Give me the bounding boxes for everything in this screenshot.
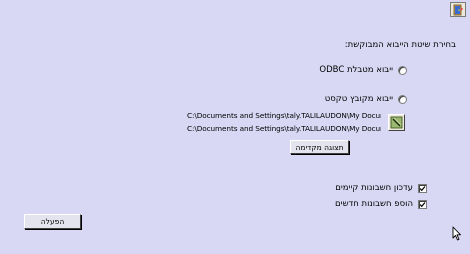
browse-folder-icon[interactable] — [388, 114, 405, 131]
checkbox-add-new[interactable]: הוספ חשבונות חדשים — [335, 199, 427, 209]
app-door-icon[interactable] — [450, 2, 466, 17]
radio-button[interactable] — [398, 65, 407, 75]
radio-button[interactable] — [398, 94, 407, 104]
checkbox[interactable] — [418, 199, 427, 209]
check-icon — [419, 185, 426, 191]
checkbox-label: עדכון חשבונות קיימים — [335, 183, 413, 193]
mouse-cursor-icon — [452, 226, 462, 244]
radio-label: ייבוא מטבלת ODBC — [319, 65, 393, 75]
check-icon — [419, 201, 426, 207]
run-button[interactable]: הפעלה — [24, 214, 81, 229]
radio-import-odbc[interactable]: ייבוא מטבלת ODBC — [319, 65, 407, 75]
radio-label: ייבוא מקובץ טקסט — [324, 94, 393, 104]
file-path-2: C:\Documents and Settings\taly.TALILAUDO… — [187, 124, 381, 133]
checkbox[interactable] — [418, 183, 427, 193]
radio-import-text-file[interactable]: ייבוא מקובץ טקסט — [325, 94, 407, 104]
run-button-label: הפעלה — [40, 217, 65, 226]
import-method-heading: בחירת שיטת הייבוא המבוקשת: — [344, 40, 456, 50]
file-path-1: C:\Documents and Settings\taly.TALILAUDO… — [187, 111, 381, 120]
preview-button-label: תצוגה מקדימה — [295, 142, 344, 152]
checkbox-label: הוספ חשבונות חדשים — [335, 199, 413, 209]
checkbox-update-existing[interactable]: עדכון חשבונות קיימים — [335, 183, 427, 193]
preview-button[interactable]: תצוגה מקדימה — [290, 140, 349, 154]
